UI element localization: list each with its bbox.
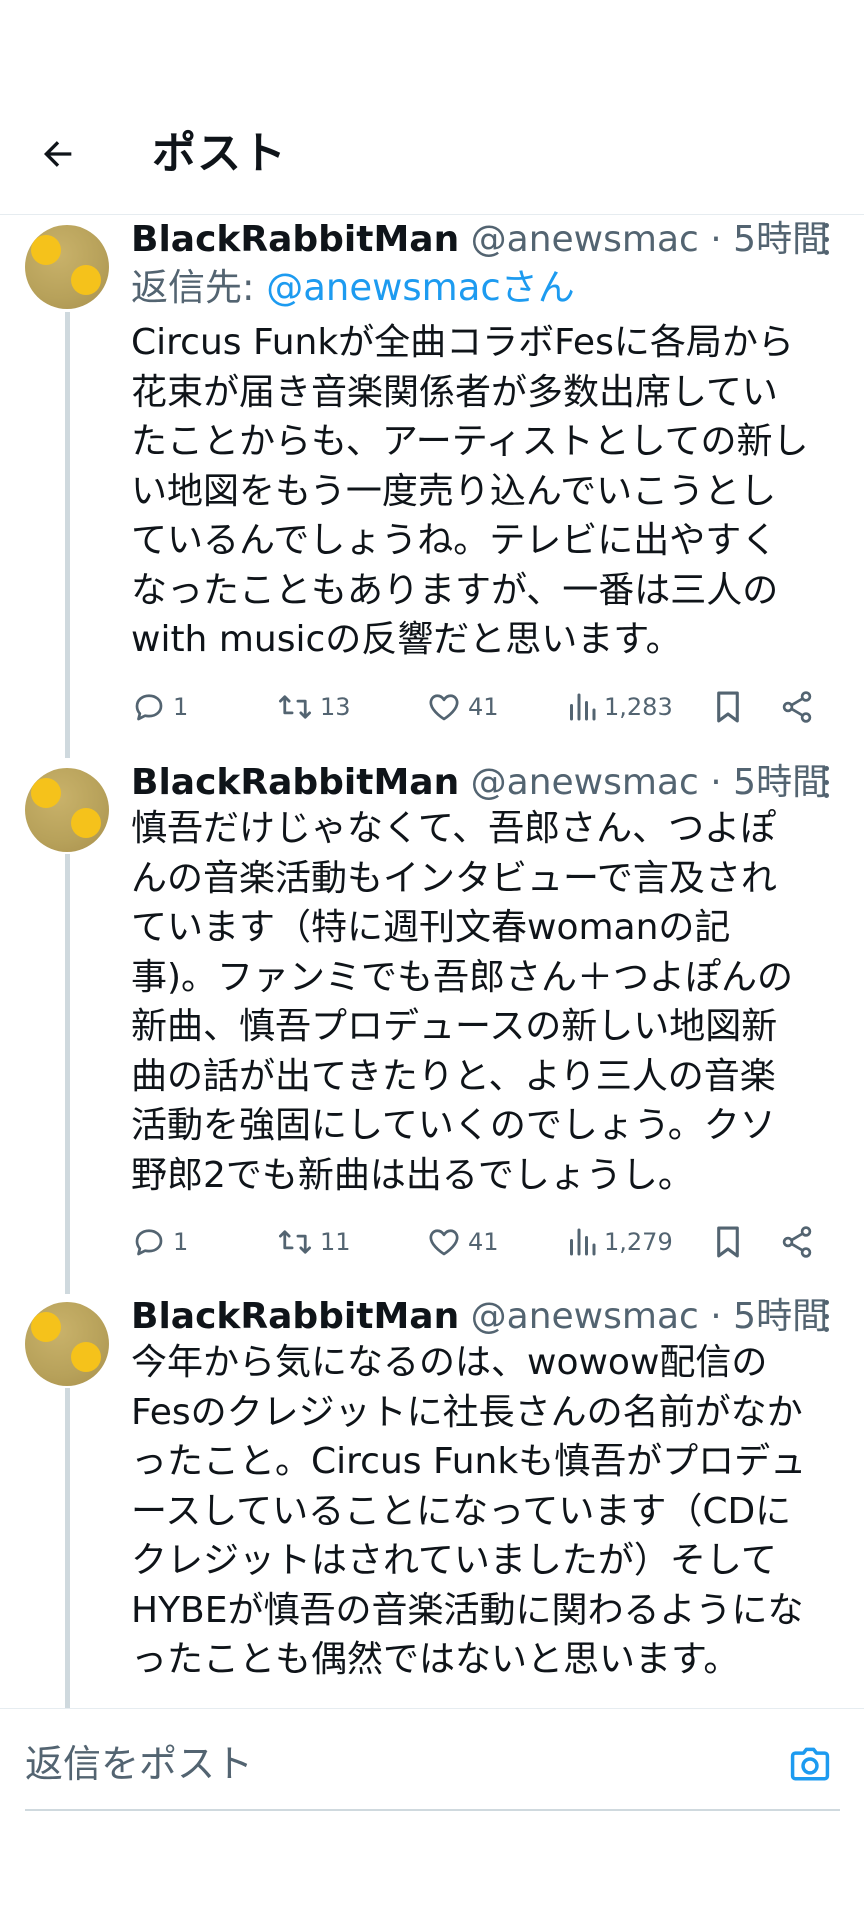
views-count: 1,279 (604, 1228, 673, 1256)
repost-count: 13 (320, 693, 351, 721)
bookmark-icon (717, 691, 739, 723)
more-vertical-icon[interactable] (818, 1300, 834, 1332)
reply-input[interactable]: 返信をポスト (25, 1729, 840, 1811)
like-count: 41 (468, 1228, 499, 1256)
heart-icon (429, 694, 459, 721)
page-title: ポスト (152, 128, 287, 179)
text-line: ったこと。Circus Funkも慎吾がプロデュ (131, 1441, 807, 1482)
share-icon (782, 1226, 812, 1258)
comment-icon (135, 694, 163, 721)
like-button[interactable]: 41 (426, 1222, 499, 1262)
repost-button[interactable]: 13 (276, 687, 351, 727)
top-bar: ポスト (0, 0, 864, 215)
heart-icon (429, 1229, 459, 1256)
reply-label: 返信先: (131, 266, 255, 309)
post-text: 慎吾だけじゃなくて、吾郎さん、つよぽ んの音楽活動もインタビューで言及され てい… (131, 804, 846, 1200)
separator: · (710, 219, 722, 260)
repost-icon (278, 695, 312, 719)
share-icon (782, 691, 812, 723)
text-line: たことからも、アーティストとしての新し (131, 421, 809, 462)
text-line: ています（特に週刊文春womanの記 (131, 907, 731, 948)
author-handle[interactable]: @anewsmac (471, 1296, 699, 1337)
arrow-left-icon (44, 141, 72, 167)
like-count: 41 (468, 693, 499, 721)
text-line: 慎吾だけじゃなくて、吾郎さん、つよぽ (131, 808, 777, 849)
text-line: クレジットはされていましたが）そして (131, 1540, 777, 1581)
reply-context: 返信先: @anewsmacさん (131, 264, 575, 312)
text-line: with musicの反響だと思います。 (131, 619, 682, 660)
post-text: Circus Funkが全曲コラボFesに各局から 花束が届き音楽関係者が多数出… (131, 318, 846, 665)
share-button[interactable] (779, 687, 815, 727)
avatar[interactable] (25, 225, 109, 309)
repost-count: 11 (320, 1228, 351, 1256)
author-name[interactable]: BlackRabbitMan (131, 762, 459, 803)
post-text: 今年から気になるのは、wowow配信の Fesのクレジットに社長さんの名前がなか… (131, 1338, 846, 1685)
text-line: 新曲、慎吾プロデュースの新しい地図新 (131, 1006, 778, 1047)
repost-icon (278, 1230, 312, 1254)
bar-chart-icon (570, 1228, 596, 1256)
more-vertical-icon[interactable] (818, 223, 834, 255)
bookmark-icon (717, 1226, 739, 1258)
action-bar: 1 13 41 1,283 (131, 687, 831, 727)
back-button[interactable] (30, 126, 86, 182)
more-vertical-icon[interactable] (818, 766, 834, 798)
thread-connector (65, 312, 70, 758)
author-name[interactable]: BlackRabbitMan (131, 1296, 459, 1337)
text-line: んの音楽活動もインタビューで言及され (131, 857, 777, 899)
views-button[interactable]: 1,283 (566, 687, 673, 727)
text-line: ースしていることになっています（CDに (131, 1490, 792, 1532)
reply-mention-link[interactable]: @anewsmacさん (266, 266, 574, 309)
reply-button[interactable]: 1 (131, 687, 188, 727)
camera-icon (790, 1747, 830, 1781)
thread-connector (65, 854, 70, 1294)
repost-button[interactable]: 11 (276, 1222, 351, 1262)
text-line: 曲の話が出てきたりと、より三人の音楽 (131, 1055, 776, 1097)
text-line: 活動を強固にしていくのでしょう。クソ (131, 1105, 776, 1146)
post-time[interactable]: 5時間 (733, 1296, 828, 1337)
text-line: 野郎2でも新曲は出るでしょうし。 (131, 1154, 694, 1196)
author-handle[interactable]: @anewsmac (471, 219, 699, 260)
thread-connector (65, 1388, 70, 1708)
text-line: ているんでしょうね。テレビに出やすく (131, 520, 778, 561)
post-time[interactable]: 5時間 (733, 762, 828, 803)
reply-composer: 返信をポスト (0, 1708, 864, 1819)
post-header: BlackRabbitMan @anewsmac · 5時間 (131, 760, 834, 806)
author-handle[interactable]: @anewsmac (471, 762, 699, 803)
text-line: Circus Funkが全曲コラボFesに各局から (131, 322, 794, 363)
reply-count: 1 (173, 693, 189, 721)
action-bar: 1 11 41 1,279 (131, 1222, 831, 1262)
avatar[interactable] (25, 1302, 109, 1386)
camera-button[interactable] (782, 1737, 838, 1793)
text-line: 今年から気になるのは、wowow配信の (131, 1342, 768, 1383)
separator: · (710, 1296, 722, 1337)
text-line: 花束が届き音楽関係者が多数出席してい (131, 371, 778, 413)
text-line: Fesのクレジットに社長さんの名前がなか (131, 1391, 803, 1433)
comment-icon (135, 1229, 163, 1256)
bar-chart-icon (570, 693, 596, 721)
author-name[interactable]: BlackRabbitMan (131, 219, 459, 260)
separator: · (710, 762, 722, 803)
post-header: BlackRabbitMan @anewsmac · 5時間 (131, 1294, 834, 1340)
text-line: 事)。ファンミでも吾郎さん＋つよぽんの (131, 956, 794, 998)
avatar[interactable] (25, 768, 109, 852)
reply-button[interactable]: 1 (131, 1222, 188, 1262)
views-count: 1,283 (604, 693, 673, 721)
reply-count: 1 (173, 1228, 189, 1256)
like-button[interactable]: 41 (426, 687, 499, 727)
bookmark-button[interactable] (711, 1222, 745, 1262)
text-line: HYBEが慎吾の音楽活動に関わるようにな (131, 1589, 804, 1631)
views-button[interactable]: 1,279 (566, 1222, 673, 1262)
post-detail-screen: ポスト BlackRabbitMan @anewsmac · 5時間 返信先: … (0, 0, 864, 1920)
post-time[interactable]: 5時間 (733, 219, 828, 260)
post-header: BlackRabbitMan @anewsmac · 5時間 (131, 217, 834, 263)
bookmark-button[interactable] (711, 687, 745, 727)
share-button[interactable] (779, 1222, 815, 1262)
text-line: なったこともありますが、一番は三人の (131, 569, 779, 611)
text-line: い地図をもう一度売り込んでいこうとし (131, 470, 777, 512)
text-line: ったことも偶然ではないと思います。 (131, 1639, 740, 1680)
